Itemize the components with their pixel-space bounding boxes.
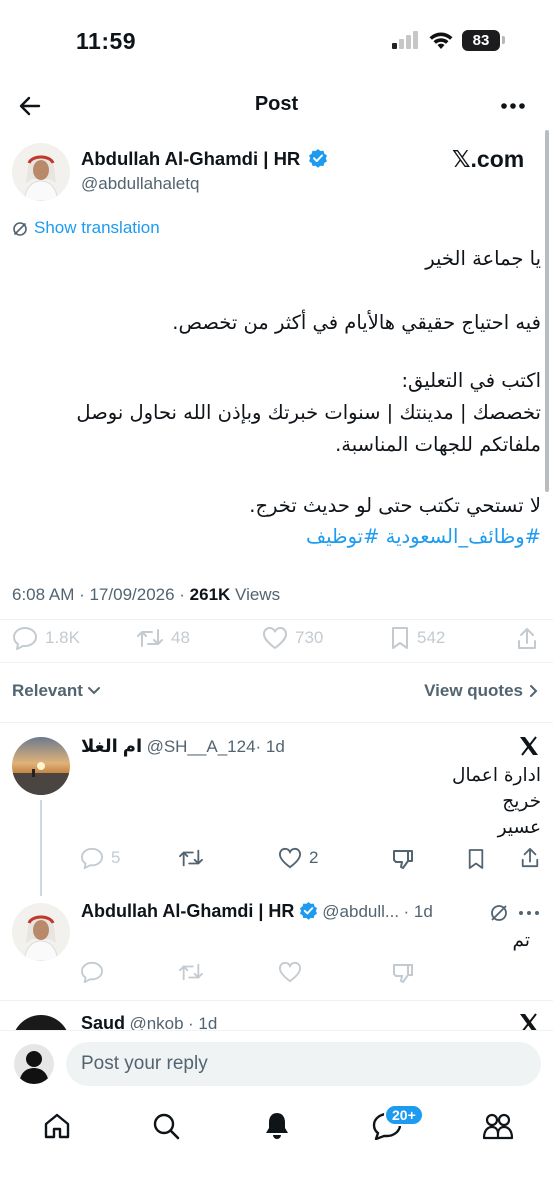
show-translation-link[interactable]: Show translation: [34, 218, 160, 238]
downvote-button[interactable]: [392, 848, 414, 870]
reply-author-handle[interactable]: @SH__A_124: [147, 737, 256, 756]
view-quotes-link[interactable]: View quotes: [424, 681, 539, 701]
tweet-line-4: تخصصك | مدينتك | سنوات خبرتك وبإذن الله …: [76, 401, 541, 424]
tweet-line-3: اكتب في التعليق:: [401, 369, 541, 392]
reply-avatar[interactable]: [12, 737, 70, 795]
translate-icon: [12, 221, 28, 237]
x-logo-icon: [518, 736, 540, 756]
communities-tab-icon[interactable]: [482, 1112, 514, 1140]
tweet-line-1: يا جماعة الخير: [425, 247, 541, 270]
like-button[interactable]: 730: [262, 626, 323, 650]
reply-avatar[interactable]: [12, 903, 70, 961]
downvote-icon: [393, 850, 413, 869]
more-options-icon[interactable]: [500, 102, 526, 110]
chevron-right-icon: [530, 685, 538, 697]
tweet-line-5: ملفاتكم للجهات المناسبة.: [335, 433, 541, 456]
status-time: 11:59: [76, 28, 137, 54]
divider: [0, 722, 553, 723]
sort-dropdown[interactable]: Relevant: [12, 681, 101, 701]
share-icon: [521, 848, 539, 868]
search-tab-icon[interactable]: [152, 1112, 180, 1140]
like-count: 730: [295, 628, 324, 647]
verified-badge-icon: [299, 901, 318, 920]
repost-icon: [179, 849, 203, 867]
repost-button[interactable]: [178, 961, 204, 983]
divider: [0, 662, 553, 663]
reply-button[interactable]: 1.8K: [12, 626, 80, 650]
author-avatar[interactable]: [12, 143, 70, 201]
source-label: 𝕏.com: [452, 146, 525, 172]
reply-time: · 1d: [255, 737, 285, 756]
like-count: 2: [309, 848, 319, 867]
home-tab-icon[interactable]: [43, 1112, 71, 1140]
share-icon: [518, 628, 536, 649]
my-avatar[interactable]: [14, 1044, 54, 1084]
views-count: 261K: [189, 585, 231, 604]
heart-icon: [263, 627, 287, 649]
view-quotes-label[interactable]: View quotes: [424, 681, 523, 701]
thread-line: [40, 800, 42, 896]
bookmark-icon: [392, 627, 408, 649]
tweet-timestamp: 6:08 AM · 17/09/2026 ·: [12, 585, 190, 604]
reply-text-line: عسير: [497, 817, 541, 838]
chevron-down-icon: [87, 687, 100, 695]
author-name-text[interactable]: Abdullah Al-Ghamdi | HR: [81, 148, 300, 169]
reply-header: ام الغلا @SH__A_124· 1d: [81, 736, 285, 757]
heart-icon: [278, 847, 302, 869]
reply-text-line: تم: [512, 930, 530, 951]
share-button[interactable]: [516, 627, 538, 651]
heart-icon: [278, 961, 302, 983]
reply-count: 5: [111, 848, 121, 867]
scrollbar[interactable]: [545, 130, 549, 492]
downvote-icon: [393, 964, 413, 984]
repost-button[interactable]: [178, 847, 204, 869]
messages-badge: 20+: [384, 1104, 424, 1126]
wifi-icon: [428, 30, 454, 50]
tweet-line-2: فيه احتياج حقيقي هالأيام في أكثر من تخصص…: [172, 311, 541, 334]
repost-icon: [137, 629, 163, 647]
reply-author-handle[interactable]: @abdull...: [322, 902, 399, 921]
reply-button[interactable]: [80, 961, 104, 983]
share-button[interactable]: [520, 847, 540, 869]
reply-text-line: خريج: [502, 791, 541, 812]
battery-tip: [502, 36, 505, 44]
reply-time: · 1d: [403, 902, 433, 921]
divider: [0, 1000, 553, 1001]
bookmark-icon: [468, 849, 484, 869]
battery-indicator: 83: [462, 30, 500, 51]
reply-input[interactable]: Post your reply: [66, 1042, 541, 1086]
reply-button[interactable]: 5: [80, 847, 120, 869]
repost-count: 48: [171, 628, 190, 647]
like-button[interactable]: [278, 961, 302, 983]
notifications-tab-icon[interactable]: [263, 1110, 291, 1140]
repost-icon: [179, 963, 203, 981]
more-options-icon[interactable]: [518, 910, 540, 916]
repost-button[interactable]: 48: [136, 626, 190, 650]
reply-icon: [80, 961, 104, 983]
author-handle[interactable]: @abdullahaletq: [81, 174, 199, 194]
author-name[interactable]: Abdullah Al-Ghamdi | HR: [81, 148, 328, 170]
bookmark-button[interactable]: 542: [390, 626, 445, 650]
reply-icon: [13, 627, 37, 650]
grok-icon[interactable]: [489, 903, 509, 923]
tweet-line-6: لا تستحي تكتب حتى لو حديث تخرج.: [249, 494, 541, 517]
bookmark-count: 542: [417, 628, 446, 647]
reply-author-name[interactable]: Abdullah Al-Ghamdi | HR: [81, 901, 294, 921]
reply-author-name[interactable]: ام الغلا: [81, 736, 142, 756]
tweet-meta: 6:08 AM · 17/09/2026 · 261K Views: [12, 585, 280, 605]
reply-text-line: ادارة اعمال: [452, 765, 541, 786]
reply-header: Abdullah Al-Ghamdi | HR @abdull... · 1d: [81, 901, 433, 922]
downvote-button[interactable]: [392, 962, 414, 984]
page-title: Post: [254, 93, 299, 115]
reply-count: 1.8K: [45, 628, 80, 647]
bookmark-button[interactable]: [467, 848, 485, 870]
like-button[interactable]: 2: [278, 847, 318, 869]
tweet-hashtags[interactable]: #وظائف_السعودية #توظيف: [11, 524, 541, 550]
cellular-signal-icon: [392, 31, 420, 49]
views-label: Views: [230, 585, 281, 604]
sort-label[interactable]: Relevant: [12, 681, 83, 701]
verified-badge-icon: [308, 148, 328, 168]
divider: [0, 619, 553, 620]
reply-icon: [80, 847, 104, 869]
